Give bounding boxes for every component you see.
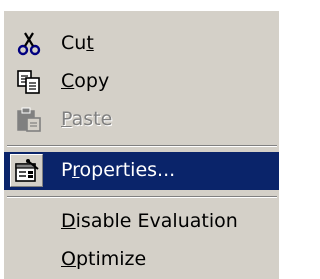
paste-icon bbox=[17, 107, 41, 132]
menu-item-label: Optimize bbox=[61, 248, 147, 270]
properties-icon bbox=[15, 159, 39, 182]
menu-item-label: Cut bbox=[61, 32, 94, 54]
menu-item-paste[interactable]: Paste bbox=[4, 101, 279, 139]
menu-item-label: Paste bbox=[61, 108, 113, 130]
menu-item-cut[interactable]: Cut bbox=[4, 25, 279, 63]
menu-item-label: Disable Evaluation bbox=[61, 210, 238, 232]
menu-separator bbox=[7, 196, 277, 198]
menu-separator bbox=[7, 145, 277, 147]
screenshot-stage: Cut Copy Paste Properties... Disable Eva… bbox=[0, 0, 279, 279]
menu-item-disable-evaluation[interactable]: Disable Evaluation bbox=[4, 203, 279, 241]
scissors-icon bbox=[17, 32, 41, 56]
context-menu: Cut Copy Paste Properties... Disable Eva… bbox=[3, 10, 279, 279]
copy-icon bbox=[17, 70, 40, 94]
menu-item-properties[interactable]: Properties... bbox=[4, 152, 279, 190]
menu-item-optimize[interactable]: Optimize bbox=[4, 241, 279, 279]
menu-item-label: Copy bbox=[61, 70, 110, 92]
menu-item-copy[interactable]: Copy bbox=[4, 63, 279, 101]
menu-item-label: Properties... bbox=[61, 159, 176, 181]
